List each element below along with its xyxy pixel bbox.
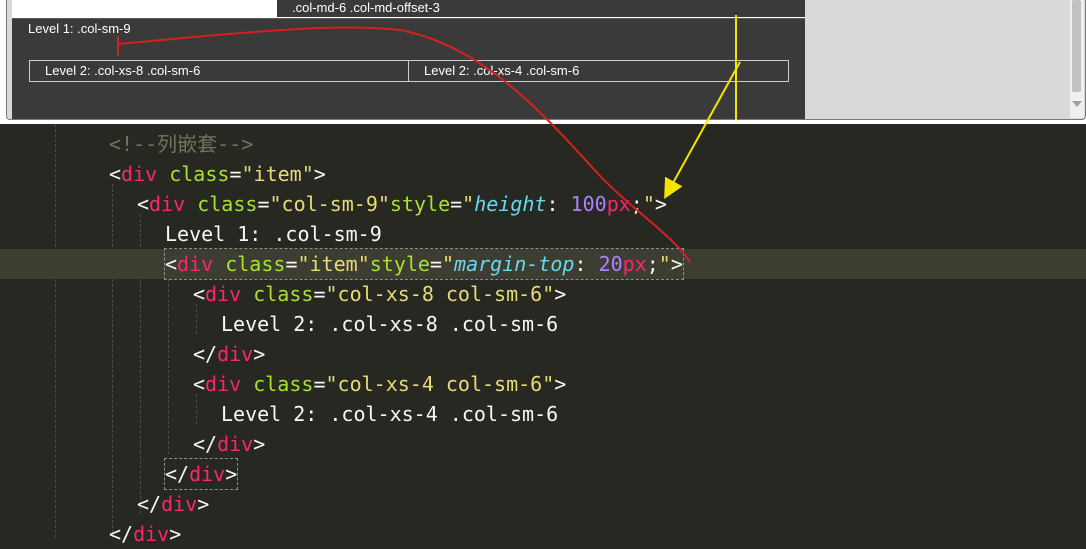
code-token: >: [169, 522, 182, 546]
code-line[interactable]: </div>: [0, 429, 1086, 459]
code-line[interactable]: </div>: [0, 458, 1086, 490]
preview-scrollbar[interactable]: [1069, 0, 1084, 118]
code-token: <!--列嵌套-->: [109, 132, 254, 156]
code-token: <: [137, 192, 150, 216]
code-token: </: [137, 492, 162, 516]
code-token: "col-sm-9": [269, 192, 390, 216]
code-token: =: [313, 372, 326, 396]
code-token: :: [546, 192, 571, 216]
code-token: =: [450, 192, 463, 216]
code-token: class: [253, 282, 314, 306]
level2-row: Level 2: .col-xs-8 .col-sm-6 Level 2: .c…: [29, 60, 789, 82]
code-token: <: [193, 282, 206, 306]
code-token: div: [217, 432, 254, 456]
code-token: </: [109, 522, 134, 546]
code-token: class: [197, 192, 258, 216]
level1-column: Level 1: .col-sm-9 Level 2: .col-xs-8 .c…: [12, 18, 805, 119]
code-token: margin-top: [454, 252, 575, 276]
code-line[interactable]: Level 2: .col-xs-4 .col-sm-6: [0, 399, 1086, 429]
code-token: =: [313, 282, 326, 306]
code-token: =: [257, 192, 270, 216]
code-token: >: [654, 192, 667, 216]
code-token: <: [109, 162, 122, 186]
code-token: ": [462, 192, 475, 216]
code-token: >: [253, 342, 266, 366]
code-editor[interactable]: <!--列嵌套--> <div class="item"> <div class="…: [0, 124, 1086, 546]
code-token: 100: [570, 192, 607, 216]
code-token: ": [658, 252, 671, 276]
code-line[interactable]: <div class="col-xs-4 col-sm-6">: [0, 369, 1086, 399]
code-token: >: [197, 492, 210, 516]
offset-row: .col-md-6 .col-md-offset-3: [12, 0, 805, 19]
code-token: div: [121, 162, 158, 186]
scroll-down-arrow-icon[interactable]: [1072, 101, 1082, 107]
code-token: >: [670, 252, 683, 276]
code-line[interactable]: Level 1: .col-sm-9: [0, 219, 1086, 249]
code-token: "item": [241, 162, 314, 186]
code-token: px: [622, 252, 647, 276]
scrollbar-thumb[interactable]: [1072, 0, 1081, 92]
browser-preview: .col-md-6 .col-md-offset-3 Level 1: .col…: [0, 0, 1086, 124]
code-token: ": [642, 192, 655, 216]
code-token: class: [169, 162, 230, 186]
code-token: </: [165, 462, 190, 486]
code-token: </: [193, 342, 218, 366]
code-token: div: [133, 522, 170, 546]
code-token: "col-xs-4 col-sm-6": [325, 372, 555, 396]
code-token: >: [313, 162, 326, 186]
code-token: class: [225, 252, 286, 276]
level2-column-left: Level 2: .col-xs-8 .col-sm-6: [30, 61, 409, 81]
code-token: Level 1: .col-sm-9: [165, 222, 382, 246]
code-line[interactable]: <div class="item"style="margin-top: 20px…: [0, 248, 1086, 280]
offset-column-cell: .col-md-6 .col-md-offset-3: [277, 0, 805, 17]
code-token: ;: [630, 192, 643, 216]
preview-page: .col-md-6 .col-md-offset-3 Level 1: .col…: [12, 0, 805, 119]
code-token: div: [177, 252, 214, 276]
code-line[interactable]: <div class="col-xs-8 col-sm-6">: [0, 279, 1086, 309]
code-line[interactable]: </div>: [0, 489, 1086, 519]
code-token: "col-xs-8 col-sm-6": [325, 282, 555, 306]
code-token: <: [165, 252, 178, 276]
code-token: div: [189, 462, 226, 486]
code-line[interactable]: <!--列嵌套-->: [0, 129, 1086, 159]
code-token: >: [225, 462, 238, 486]
code-token: Level 2: .col-xs-4 .col-sm-6: [221, 402, 559, 426]
code-token: :: [574, 252, 599, 276]
code-token: div: [217, 342, 254, 366]
code-token: >: [554, 372, 567, 396]
code-token: "item": [297, 252, 370, 276]
code-token: div: [205, 282, 242, 306]
code-token: 20: [598, 252, 623, 276]
code-token: >: [554, 282, 567, 306]
code-token: ;: [646, 252, 659, 276]
code-token: ": [442, 252, 455, 276]
code-line[interactable]: </div>: [0, 339, 1086, 369]
code-token: </: [193, 432, 218, 456]
code-token: style: [369, 252, 430, 276]
code-token: div: [149, 192, 186, 216]
code-token: style: [389, 192, 451, 216]
code-line[interactable]: <div class="col-sm-9"style="height: 100p…: [0, 189, 1086, 219]
code-token: <: [193, 372, 206, 396]
code-token: Level 2: .col-xs-8 .col-sm-6: [221, 312, 559, 336]
code-token: div: [161, 492, 198, 516]
code-token: class: [253, 372, 314, 396]
code-line[interactable]: <div class="item">: [0, 159, 1086, 189]
level1-label: Level 1: .col-sm-9: [28, 21, 131, 36]
code-token: px: [606, 192, 631, 216]
code-token: =: [429, 252, 442, 276]
code-token: =: [229, 162, 242, 186]
code-line[interactable]: </div>: [0, 519, 1086, 549]
level2-column-right: Level 2: .col-xs-4 .col-sm-6: [424, 63, 580, 78]
code-line[interactable]: Level 2: .col-xs-8 .col-sm-6: [0, 309, 1086, 339]
code-token: height: [474, 192, 547, 216]
code-token: >: [253, 432, 266, 456]
code-token: div: [205, 372, 242, 396]
code-token: =: [285, 252, 298, 276]
